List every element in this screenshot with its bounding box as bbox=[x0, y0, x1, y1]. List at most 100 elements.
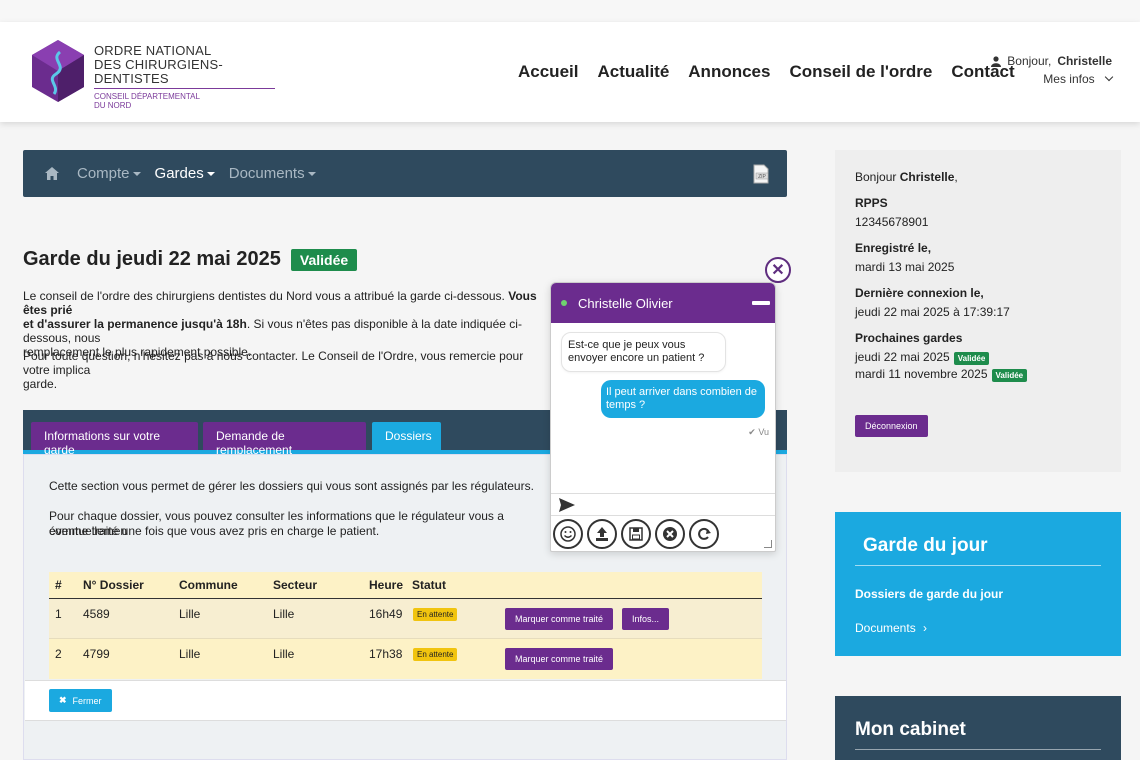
col-heure: Heure bbox=[369, 578, 404, 592]
chat-widget: Christelle Olivier Est-ce que je peux vo… bbox=[550, 282, 776, 552]
row-dossier: 4589 bbox=[83, 607, 110, 621]
seen-indicator: ✔ Vu bbox=[748, 427, 769, 437]
dossiers-du-jour-link[interactable]: Dossiers de garde du jour bbox=[855, 587, 1003, 601]
nav-accueil[interactable]: Accueil bbox=[518, 62, 578, 82]
mark-treated-button[interactable]: Marquer comme traité bbox=[505, 648, 614, 670]
contact-paragraph: Pour toute question, n'hésitez pas à nou… bbox=[23, 349, 524, 391]
panel-text-3: comme traité une fois que vous avez pris… bbox=[49, 524, 380, 538]
table-header: # N° Dossier Commune Secteur Heure Statu… bbox=[49, 572, 762, 599]
mes-infos-link[interactable]: Mes infos bbox=[1043, 72, 1094, 86]
row-status-badge: En attente bbox=[413, 608, 458, 621]
registered-value: mardi 13 mai 2025 bbox=[855, 260, 955, 274]
chat-contact-name: Christelle Olivier bbox=[578, 295, 673, 311]
tab-remplacement[interactable]: Demande de remplacement bbox=[203, 422, 366, 457]
next-gardes-label: Prochaines gardes bbox=[855, 331, 963, 345]
registered-label: Enregistré le, bbox=[855, 241, 932, 255]
chat-toolbar bbox=[553, 519, 719, 549]
tab-dossiers[interactable]: Dossiers bbox=[372, 422, 441, 450]
table-row: 2 4799 Lille Lille 17h38 En attente Marq… bbox=[49, 639, 762, 679]
user-greeting: Bonjour, bbox=[1007, 54, 1052, 68]
online-status-icon bbox=[561, 300, 567, 306]
row-num: 2 bbox=[55, 647, 62, 661]
table-row: 1 4589 Lille Lille 16h49 En attente Marq… bbox=[49, 599, 762, 639]
close-circle-icon[interactable] bbox=[655, 519, 685, 549]
caret-down-icon bbox=[206, 171, 215, 176]
logo-line2: DES CHIRURGIENS-DENTISTES bbox=[94, 58, 275, 89]
chevron-down-icon bbox=[1104, 72, 1114, 82]
infos-button[interactable]: Infos... bbox=[622, 608, 670, 630]
main-nav: Accueil Actualité Annonces Conseil de l'… bbox=[518, 62, 1034, 82]
chevron-right-icon: › bbox=[923, 621, 928, 635]
chat-close-icon[interactable]: ✕ bbox=[765, 257, 791, 283]
lastlogin-value: jeudi 22 mai 2025 à 17:39:17 bbox=[855, 305, 1010, 319]
row-num: 1 bbox=[55, 607, 62, 621]
logo-line4: DU NORD bbox=[94, 101, 132, 110]
user-name: Christelle bbox=[1057, 54, 1112, 68]
home-icon[interactable] bbox=[45, 167, 59, 180]
subnav-gardes[interactable]: Gardes bbox=[155, 165, 215, 182]
status-badge: Validée bbox=[290, 248, 358, 271]
fermer-label: Fermer bbox=[72, 695, 102, 706]
documents-link[interactable]: Documents › bbox=[855, 621, 927, 635]
svg-text:ZIP: ZIP bbox=[758, 174, 766, 180]
send-icon[interactable] bbox=[559, 498, 575, 512]
validated-badge: Validée bbox=[991, 369, 1028, 382]
nav-annonces[interactable]: Annonces bbox=[688, 62, 770, 82]
subnav-compte[interactable]: Compte bbox=[77, 165, 141, 182]
tab-informations[interactable]: Informations sur votre garde bbox=[31, 422, 198, 457]
mark-treated-button[interactable]: Marquer comme traité bbox=[505, 608, 614, 630]
caret-down-icon bbox=[307, 171, 316, 176]
site-header: ORDRE NATIONAL DES CHIRURGIENS-DENTISTES… bbox=[0, 22, 1140, 122]
logo-line1: ORDRE NATIONAL bbox=[94, 43, 212, 58]
logo-icon[interactable] bbox=[30, 40, 86, 102]
mon-cabinet-card: Mon cabinet bbox=[835, 696, 1121, 760]
logo-text[interactable]: ORDRE NATIONAL DES CHIRURGIENS-DENTISTES… bbox=[94, 44, 275, 110]
top-strip bbox=[0, 0, 1140, 22]
close-icon: ✖ bbox=[59, 695, 67, 705]
row-heure: 17h38 bbox=[369, 647, 403, 661]
row-status-badge: En attente bbox=[413, 648, 458, 661]
col-dossier: N° Dossier bbox=[83, 578, 144, 592]
divider bbox=[855, 749, 1101, 750]
chat-header[interactable]: Christelle Olivier bbox=[551, 283, 775, 323]
row-commune: Lille bbox=[179, 647, 201, 661]
user-info-card: Bonjour Christelle, RPPS 12345678901 Enr… bbox=[835, 150, 1121, 472]
sub-nav: Compte Gardes Documents ZIP bbox=[23, 150, 787, 197]
page-title: Garde du jeudi 22 mai 2025 bbox=[23, 248, 281, 270]
nav-conseil[interactable]: Conseil de l'ordre bbox=[789, 62, 932, 82]
rpps-label: RPPS bbox=[855, 196, 888, 210]
row-heure: 16h49 bbox=[369, 607, 403, 621]
zip-file-icon[interactable]: ZIP bbox=[751, 164, 771, 184]
col-statut: Statut bbox=[412, 578, 446, 592]
refresh-icon[interactable] bbox=[689, 519, 719, 549]
lastlogin-label: Dernière connexion le, bbox=[855, 286, 984, 300]
chat-input[interactable] bbox=[551, 493, 775, 516]
garde-du-jour-title: Garde du jour bbox=[863, 535, 988, 556]
subnav-documents[interactable]: Documents bbox=[229, 165, 316, 182]
garde-du-jour-card: Garde du jour Dossiers de garde du jour … bbox=[835, 512, 1121, 656]
save-icon[interactable] bbox=[621, 519, 651, 549]
nav-actualite[interactable]: Actualité bbox=[597, 62, 669, 82]
rpps-value: 12345678901 bbox=[855, 215, 929, 229]
col-num: # bbox=[55, 578, 62, 592]
row-secteur: Lille bbox=[273, 607, 295, 621]
caret-down-icon bbox=[132, 171, 141, 176]
emoji-icon[interactable] bbox=[553, 519, 583, 549]
upload-icon[interactable] bbox=[587, 519, 617, 549]
row-dossier: 4799 bbox=[83, 647, 110, 661]
validated-badge: Validée bbox=[953, 352, 990, 365]
panel-footer: ✖ Fermer bbox=[25, 680, 786, 721]
user-menu[interactable]: Bonjour, Christelle Mes infos bbox=[991, 54, 1114, 86]
resize-handle-icon[interactable] bbox=[764, 540, 772, 548]
row-secteur: Lille bbox=[273, 647, 295, 661]
logo-line3: CONSEIL DÉPARTEMENTAL bbox=[94, 92, 200, 101]
mon-cabinet-title: Mon cabinet bbox=[855, 719, 966, 740]
chat-message-incoming: Est-ce que je peux vous envoyer encore u… bbox=[561, 332, 726, 372]
row-commune: Lille bbox=[179, 607, 201, 621]
chat-message-outgoing: Il peut arriver dans combien de temps ? bbox=[601, 380, 765, 418]
logout-button[interactable]: Déconnexion bbox=[855, 415, 928, 437]
next-garde-2: mardi 11 novembre 2025 Validée bbox=[855, 367, 1101, 382]
page-title-row: Garde du jeudi 22 mai 2025 Validée bbox=[23, 248, 358, 271]
minimize-icon[interactable] bbox=[752, 301, 770, 305]
fermer-button[interactable]: ✖ Fermer bbox=[49, 689, 112, 712]
